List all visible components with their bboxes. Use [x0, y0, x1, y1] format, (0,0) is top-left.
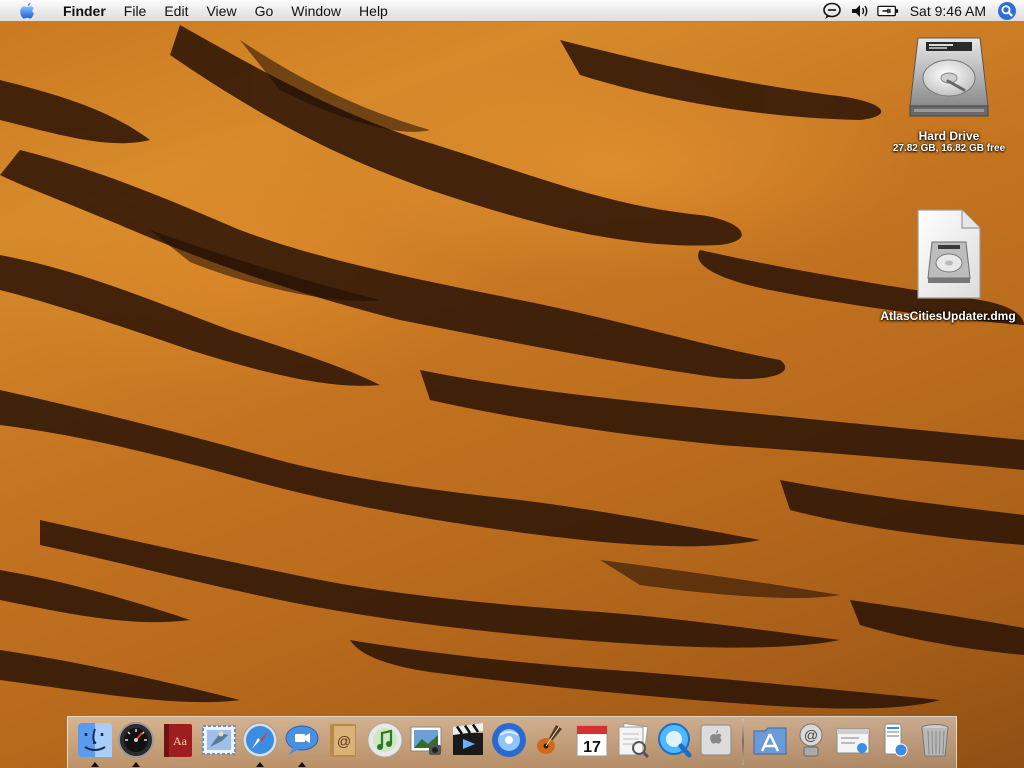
running-indicator	[90, 762, 99, 767]
ichat-status-icon[interactable]	[821, 0, 843, 22]
mail-icon	[202, 725, 237, 755]
dictionary-icon: Aa	[163, 724, 192, 757]
running-indicator	[132, 762, 141, 767]
menu-extras: Sat 9:46 AM	[818, 0, 1024, 22]
dock-item-itunes[interactable]	[364, 717, 405, 763]
running-indicator	[256, 762, 265, 767]
dock-item-ical[interactable]: 17	[571, 717, 612, 763]
desktop-icon-dmg[interactable]: AtlasCitiesUpdater.dmg	[880, 206, 1016, 323]
menu-help[interactable]: Help	[350, 0, 397, 22]
battery-icon[interactable]	[876, 0, 899, 22]
finder-icon	[77, 723, 112, 757]
ical-day: 17	[583, 739, 601, 756]
dock-item-finder[interactable]	[74, 717, 115, 767]
tiger-stripes	[0, 25, 1024, 709]
dmg-filename: AtlasCitiesUpdater.dmg	[880, 309, 1016, 323]
file-icon	[884, 723, 908, 757]
dock-item-mail[interactable]	[198, 717, 239, 763]
ical-icon: 17	[576, 725, 608, 757]
dock-item-window[interactable]	[832, 717, 873, 763]
dashboard-icon	[118, 722, 155, 758]
hard-drive-label: Hard Drive	[918, 129, 980, 143]
menu-file[interactable]: File	[115, 0, 156, 22]
dock-separator	[742, 719, 744, 765]
volume-icon[interactable]	[849, 0, 871, 22]
window-icon	[836, 728, 870, 754]
network-icon: @	[799, 723, 823, 757]
dock-item-network[interactable]: @	[790, 717, 831, 763]
menu-clock[interactable]: Sat 9:46 AM	[902, 3, 996, 19]
quicktime-icon	[657, 723, 692, 758]
desktop-wallpaper	[0, 0, 1024, 768]
idvd-icon	[492, 723, 527, 757]
dock-item-applications-folder[interactable]	[749, 717, 790, 763]
menu-view[interactable]: View	[197, 0, 245, 22]
trash-icon	[921, 724, 949, 757]
spotlight-icon[interactable]	[996, 0, 1018, 22]
dock-item-dashboard[interactable]	[115, 717, 156, 767]
dock-item-file[interactable]	[873, 717, 914, 763]
menu-finder[interactable]: Finder	[54, 0, 115, 22]
dock-item-imovie[interactable]	[447, 717, 488, 763]
menu-go[interactable]: Go	[246, 0, 283, 22]
garageband-icon	[536, 725, 562, 754]
dock-item-safari[interactable]	[240, 717, 281, 767]
dock-item-trash[interactable]	[915, 717, 956, 763]
hard-drive-capacity: 27.82 GB, 16.82 GB free	[892, 143, 1006, 154]
dock-item-garageband[interactable]	[530, 717, 571, 763]
running-indicator	[297, 762, 306, 767]
dock: Aa @ 17 @	[67, 716, 957, 768]
dock-item-preview[interactable]	[613, 717, 654, 763]
menu-window[interactable]: Window	[282, 0, 350, 22]
system-preferences-icon	[700, 724, 732, 756]
hard-drive-icon	[909, 37, 989, 117]
ichat-icon	[285, 725, 319, 755]
address-book-icon: @	[330, 724, 357, 757]
dock-item-iphoto[interactable]	[406, 717, 447, 763]
imovie-icon	[452, 723, 483, 755]
dock-item-idvd[interactable]	[488, 717, 529, 763]
dock-item-system-preferences[interactable]	[696, 717, 737, 763]
menu-bar: Finder File Edit View Go Window Help Sat…	[0, 0, 1024, 22]
svg-text:@: @	[337, 733, 351, 749]
disk-image-icon	[917, 209, 981, 299]
preview-icon	[618, 722, 650, 759]
safari-icon	[242, 722, 278, 758]
desktop-icon-hard-drive[interactable]: Hard Drive 27.82 GB, 16.82 GB free	[884, 32, 1014, 155]
menu-edit[interactable]: Edit	[155, 0, 197, 22]
svg-text:Aa: Aa	[173, 734, 188, 748]
dock-item-ichat[interactable]	[281, 717, 322, 767]
iphoto-icon	[410, 726, 442, 755]
svg-text:@: @	[804, 727, 818, 743]
dock-item-quicktime[interactable]	[654, 717, 695, 763]
apple-menu-icon[interactable]	[18, 1, 38, 21]
dock-item-dictionary[interactable]: Aa	[157, 717, 198, 763]
applications-folder-icon	[753, 727, 787, 755]
itunes-icon	[367, 722, 403, 758]
dock-item-address-book[interactable]: @	[323, 717, 364, 763]
